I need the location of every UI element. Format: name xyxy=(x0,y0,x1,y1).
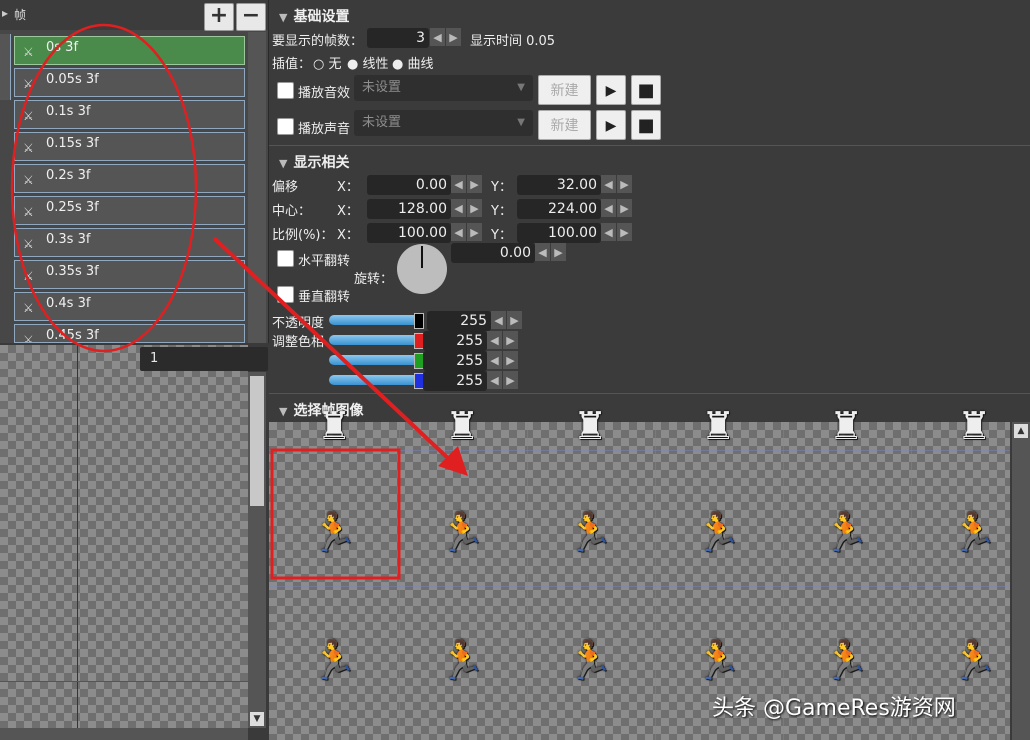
annotation-ellipse xyxy=(10,23,198,353)
annotation-overlay xyxy=(10,23,468,580)
annotation-arrow xyxy=(212,236,454,464)
annotation-selection-box xyxy=(270,448,401,580)
watermark: 头条 @GameRes游资网 xyxy=(712,696,956,721)
